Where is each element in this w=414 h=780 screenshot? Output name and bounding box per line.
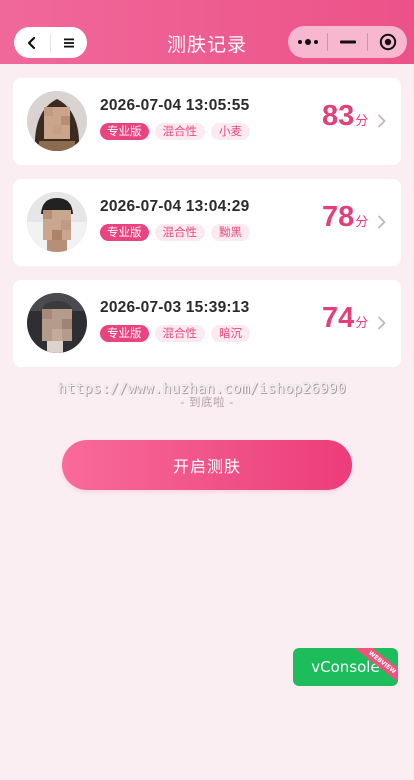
close-miniprogram-button[interactable] xyxy=(368,26,407,58)
record-score: 78 分 xyxy=(322,201,368,234)
score-unit: 分 xyxy=(355,215,369,230)
tag-skin-type: 混合性 xyxy=(154,325,205,342)
avatar xyxy=(27,192,87,252)
record-tags: 专业版 混合性 暗沉 xyxy=(100,325,250,342)
record-card[interactable]: 2026-07-04 13:05:55 专业版 混合性 小麦 83 分 xyxy=(13,78,401,165)
record-card[interactable]: 2026-07-04 13:04:29 专业版 混合性 黝黑 78 分 xyxy=(13,179,401,266)
tag-skin-tone: 小麦 xyxy=(211,123,250,140)
mini-program-capsule xyxy=(288,26,407,58)
score-value: 83 xyxy=(322,100,355,132)
record-datetime: 2026-07-04 13:05:55 xyxy=(100,97,250,114)
record-score: 74 分 xyxy=(322,302,368,335)
avatar xyxy=(27,293,87,353)
record-datetime: 2026-07-04 13:04:29 xyxy=(100,198,250,215)
score-unit: 分 xyxy=(355,316,369,331)
record-datetime: 2026-07-03 15:39:13 xyxy=(100,299,250,316)
record-score: 83 分 xyxy=(322,100,368,133)
score-value: 74 xyxy=(322,302,355,334)
score-value: 78 xyxy=(322,201,355,233)
vconsole-button[interactable]: vConsole WEBVIEW xyxy=(293,648,398,686)
tag-skin-type: 混合性 xyxy=(154,123,205,140)
minimize-button[interactable] xyxy=(328,26,367,58)
tag-skin-type: 混合性 xyxy=(154,224,205,241)
tag-version: 专业版 xyxy=(100,325,149,342)
record-card[interactable]: 2026-07-03 15:39:13 专业版 混合性 暗沉 74 分 xyxy=(13,280,401,367)
vconsole-label: vConsole xyxy=(311,658,380,676)
more-dots-icon xyxy=(297,39,318,45)
record-circle-icon xyxy=(379,33,396,51)
tag-skin-tone: 暗沉 xyxy=(211,325,250,342)
minimize-icon xyxy=(339,40,356,44)
record-tags: 专业版 混合性 小麦 xyxy=(100,123,250,140)
chevron-right-icon xyxy=(378,114,386,128)
more-button[interactable] xyxy=(288,26,327,58)
record-tags: 专业版 混合性 黝黑 xyxy=(100,224,250,241)
chevron-right-icon xyxy=(378,316,386,330)
start-skin-test-button[interactable]: 开启测肤 xyxy=(62,440,352,490)
watermark-text: https://www.huzhan.com/ishop26990 xyxy=(58,381,347,397)
score-unit: 分 xyxy=(355,114,369,129)
tag-version: 专业版 xyxy=(100,123,149,140)
chevron-right-icon xyxy=(378,215,386,229)
tag-skin-tone: 黝黑 xyxy=(211,224,250,241)
tag-version: 专业版 xyxy=(100,224,149,241)
avatar xyxy=(27,91,87,151)
top-nav-bar: 测肤记录 xyxy=(0,0,414,64)
